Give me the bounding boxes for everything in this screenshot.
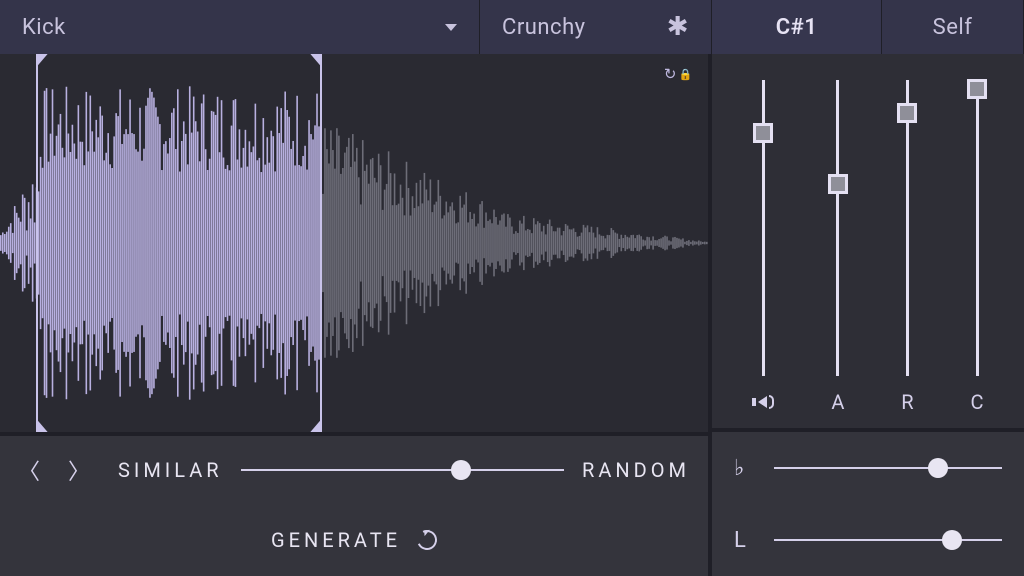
param-label: L: [734, 528, 756, 553]
param-row-L: L: [712, 504, 1024, 576]
slider-thumb[interactable]: [451, 460, 471, 480]
next-button[interactable]: 〉: [68, 454, 90, 486]
vslider-C: C: [970, 80, 983, 414]
similar-random-slider[interactable]: [241, 469, 564, 471]
prev-button[interactable]: 〈: [18, 454, 40, 486]
speaker-icon: [752, 390, 774, 414]
vslider-R: R: [901, 80, 913, 414]
refresh-icon[interactable]: [414, 527, 440, 553]
vslider-thumb[interactable]: [967, 79, 987, 99]
vslider-track[interactable]: [906, 80, 909, 376]
random-label: RANDOM: [582, 458, 690, 482]
generate-button[interactable]: GENERATE: [271, 528, 401, 552]
instrument-label: Kick: [22, 15, 66, 40]
param-label: ♭: [734, 456, 756, 481]
param-slider[interactable]: [774, 539, 1002, 541]
vslider-thumb[interactable]: [828, 174, 848, 194]
right-sliders-panel: ♭L: [712, 428, 1024, 576]
loop-lock-button[interactable]: ↻🔒: [664, 64, 692, 84]
vslider-label: R: [901, 390, 913, 414]
slider-thumb[interactable]: [942, 530, 962, 550]
cycle-icon: ↻: [664, 65, 677, 83]
top-bar: Kick Crunchy ✱ C#1 Self: [0, 0, 1024, 54]
instrument-dropdown[interactable]: Kick: [0, 0, 480, 54]
variation-row: 〈 〉 SIMILAR RANDOM: [0, 432, 708, 504]
waveform-svg: [0, 54, 708, 432]
param-row-♭: ♭: [712, 432, 1024, 504]
vslider-thumb[interactable]: [897, 103, 917, 123]
asterisk-icon: ✱: [667, 12, 689, 42]
vslider-volume: [752, 80, 774, 414]
texture-dropdown[interactable]: Crunchy ✱: [480, 0, 712, 54]
vslider-thumb[interactable]: [753, 123, 773, 143]
vertical-sliders-panel: ARC: [712, 54, 1024, 428]
similar-label: SIMILAR: [118, 458, 223, 482]
param-slider[interactable]: [774, 467, 1002, 469]
texture-label: Crunchy: [502, 15, 586, 40]
slider-thumb[interactable]: [928, 458, 948, 478]
vslider-track[interactable]: [976, 80, 979, 376]
mode-label: Self: [933, 15, 973, 40]
generate-row: GENERATE: [0, 504, 708, 576]
vslider-track[interactable]: [836, 80, 839, 376]
vslider-A: A: [831, 80, 844, 414]
waveform-display[interactable]: ↻🔒: [0, 54, 708, 432]
vslider-label: C: [970, 390, 983, 414]
lock-icon: 🔒: [678, 68, 692, 81]
note-selector[interactable]: C#1: [712, 0, 882, 54]
vslider-label: A: [831, 390, 844, 414]
chevron-down-icon: [445, 24, 457, 31]
mode-selector[interactable]: Self: [882, 0, 1024, 54]
vslider-track[interactable]: [762, 80, 765, 376]
note-label: C#1: [776, 15, 818, 40]
